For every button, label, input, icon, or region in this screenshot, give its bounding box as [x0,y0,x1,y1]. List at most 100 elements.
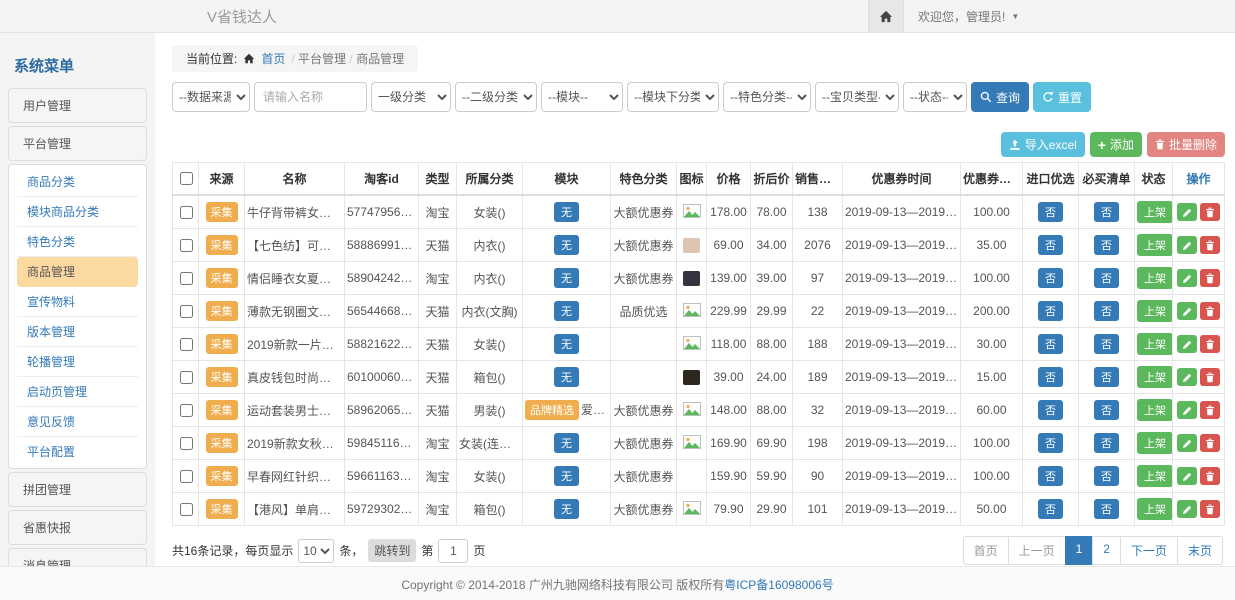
edit-button[interactable] [1177,236,1197,254]
breadcrumb-home-link[interactable]: 首页 [261,50,285,67]
sidebar-item[interactable]: 宣传物料 [17,287,138,317]
sidebar-group[interactable]: 平台管理 [8,126,147,161]
edit-button[interactable] [1177,401,1197,419]
search-button[interactable]: 查询 [971,82,1029,112]
edit-button[interactable] [1177,302,1197,320]
status-button[interactable]: 上架 [1137,366,1173,388]
sidebar-group[interactable]: 拼团管理 [8,472,147,507]
status-button[interactable]: 上架 [1137,399,1173,421]
sidebar-item[interactable]: 意见反馈 [17,407,138,437]
reset-button[interactable]: 重置 [1033,82,1091,112]
delete-button[interactable] [1200,500,1220,518]
row-checkbox[interactable] [180,272,193,285]
jump-button[interactable]: 跳转到 [368,539,416,562]
must-buy-toggle[interactable]: 否 [1094,433,1119,453]
edit-button[interactable] [1177,335,1197,353]
status-button[interactable]: 上架 [1137,267,1173,289]
status-button[interactable]: 上架 [1137,300,1173,322]
import-select-toggle[interactable]: 否 [1038,367,1063,387]
user-menu[interactable]: 欢迎您，管理员! ▼ [904,0,1033,32]
sidebar-item[interactable]: 轮播管理 [17,347,138,377]
must-buy-toggle[interactable]: 否 [1094,367,1119,387]
must-buy-toggle[interactable]: 否 [1094,235,1119,255]
row-checkbox[interactable] [180,503,193,516]
pagination-next[interactable]: 下一页 [1120,536,1178,565]
sidebar-item[interactable]: 启动页管理 [17,377,138,407]
jump-page-input[interactable] [438,539,468,563]
import-select-toggle[interactable]: 否 [1038,433,1063,453]
import-select-toggle[interactable]: 否 [1038,268,1063,288]
row-checkbox[interactable] [180,305,193,318]
pagination-prev[interactable]: 上一页 [1008,536,1066,565]
row-checkbox[interactable] [180,239,193,252]
delete-button[interactable] [1200,269,1220,287]
pagination-2[interactable]: 2 [1092,536,1121,565]
pagination-1[interactable]: 1 [1065,536,1094,565]
edit-button[interactable] [1177,203,1197,221]
row-checkbox[interactable] [180,338,193,351]
select-all-checkbox[interactable] [180,172,193,185]
row-checkbox[interactable] [180,371,193,384]
status-button[interactable]: 上架 [1137,465,1173,487]
add-button[interactable]: + 添加 [1090,132,1142,157]
sidebar-item[interactable]: 商品分类 [17,167,138,197]
icp-link[interactable]: 粤ICP备16098006号 [724,578,833,592]
must-buy-toggle[interactable]: 否 [1094,301,1119,321]
delete-button[interactable] [1200,203,1220,221]
delete-button[interactable] [1200,236,1220,254]
status-button[interactable]: 上架 [1137,333,1173,355]
must-buy-toggle[interactable]: 否 [1094,334,1119,354]
row-checkbox[interactable] [180,437,193,450]
delete-button[interactable] [1200,335,1220,353]
delete-button[interactable] [1200,401,1220,419]
per-page-select[interactable]: 10 [298,539,334,563]
edit-button[interactable] [1177,467,1197,485]
status-button[interactable]: 上架 [1137,201,1173,223]
import-select-toggle[interactable]: 否 [1038,202,1063,222]
edit-button[interactable] [1177,434,1197,452]
status-button[interactable]: 上架 [1137,234,1173,256]
import-select-toggle[interactable]: 否 [1038,499,1063,519]
edit-button[interactable] [1177,368,1197,386]
import-select-toggle[interactable]: 否 [1038,400,1063,420]
sidebar-group[interactable]: 省惠快报 [8,510,147,545]
row-checkbox[interactable] [180,206,193,219]
filter-select-special-category[interactable]: --特色分类-- [723,82,811,112]
status-button[interactable]: 上架 [1137,498,1173,520]
filter-select-level1-category[interactable]: 一级分类 [371,82,451,112]
must-buy-toggle[interactable]: 否 [1094,400,1119,420]
edit-button[interactable] [1177,269,1197,287]
batch-delete-button[interactable]: 批量删除 [1147,132,1225,157]
pagination-last[interactable]: 末页 [1177,536,1223,565]
delete-button[interactable] [1200,434,1220,452]
import-select-toggle[interactable]: 否 [1038,301,1063,321]
import-select-toggle[interactable]: 否 [1038,466,1063,486]
must-buy-toggle[interactable]: 否 [1094,466,1119,486]
sidebar-item[interactable]: 特色分类 [17,227,138,257]
sidebar-item[interactable]: 版本管理 [17,317,138,347]
row-checkbox[interactable] [180,404,193,417]
must-buy-toggle[interactable]: 否 [1094,499,1119,519]
edit-button[interactable] [1177,500,1197,518]
filter-select-item-type[interactable]: --宝贝类型-- [815,82,899,112]
sidebar-item[interactable]: 模块商品分类 [17,197,138,227]
must-buy-toggle[interactable]: 否 [1094,268,1119,288]
filter-select-module-subcategory[interactable]: --模块下分类-- [627,82,719,112]
sidebar-item[interactable]: 商品管理 [17,257,138,287]
delete-button[interactable] [1200,467,1220,485]
import-select-toggle[interactable]: 否 [1038,334,1063,354]
delete-button[interactable] [1200,368,1220,386]
filter-select-level2-category[interactable]: --二级分类-- [455,82,537,112]
sidebar-group[interactable]: 用户管理 [8,88,147,123]
pagination-first[interactable]: 首页 [963,536,1009,565]
row-checkbox[interactable] [180,470,193,483]
home-button[interactable] [868,0,904,32]
filter-select-module[interactable]: --模块-- [541,82,623,112]
sidebar-item[interactable]: 平台配置 [17,437,138,466]
delete-button[interactable] [1200,302,1220,320]
must-buy-toggle[interactable]: 否 [1094,202,1119,222]
import-select-toggle[interactable]: 否 [1038,235,1063,255]
filter-select-data-source[interactable]: --数据来源-- [172,82,250,112]
name-search-input[interactable] [254,82,367,112]
status-button[interactable]: 上架 [1137,432,1173,454]
